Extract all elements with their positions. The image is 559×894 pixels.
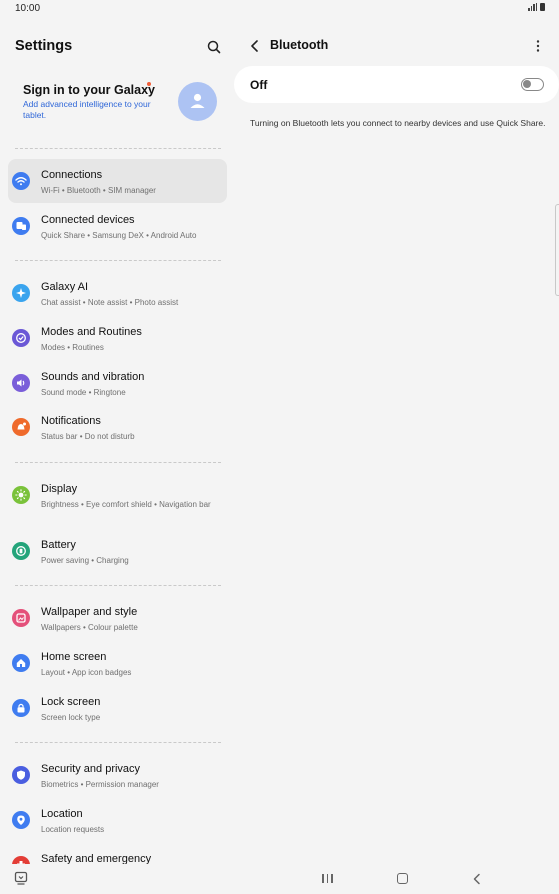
- check-circle-icon: [12, 329, 30, 347]
- avatar: [178, 82, 217, 121]
- settings-item-title: Modes and Routines: [41, 326, 142, 338]
- more-vertical-icon: [536, 40, 540, 52]
- settings-item-connections[interactable]: Connections Wi-Fi • Bluetooth • SIM manag…: [8, 159, 227, 203]
- divider: [15, 742, 221, 743]
- bluetooth-toggle-label: Off: [250, 78, 268, 92]
- status-time: 10:00: [15, 3, 41, 14]
- navigation-bar: [0, 864, 559, 894]
- settings-item-subtitle: Sound mode • Ringtone: [41, 388, 126, 397]
- settings-item-title: Security and privacy: [41, 763, 141, 775]
- back-button[interactable]: [246, 37, 264, 55]
- settings-item-title: Wallpaper and style: [41, 606, 138, 618]
- settings-item-modes-and-routines[interactable]: Modes and Routines Modes • Routines: [8, 316, 227, 360]
- settings-item-subtitle: Wi-Fi • Bluetooth • SIM manager: [41, 186, 156, 195]
- sun-icon: [12, 486, 30, 504]
- battery-status-icon: [540, 3, 545, 11]
- settings-item-subtitle: Status bar • Do not disturb: [41, 432, 135, 441]
- notification-dot: [147, 82, 151, 86]
- settings-item-title: Battery: [41, 539, 76, 551]
- account-title: Sign in to your Galaxy: [23, 83, 155, 97]
- battery-icon: [12, 542, 30, 560]
- location-pin-icon: [12, 811, 30, 829]
- wifi-icon: [12, 172, 30, 190]
- settings-item-title: Connected devices: [41, 214, 135, 226]
- settings-item-home-screen[interactable]: Home screen Layout • App icon badges: [8, 641, 227, 685]
- settings-item-subtitle: Modes • Routines: [41, 343, 104, 352]
- settings-item-security-and-privacy[interactable]: Security and privacy Biometrics • Permiss…: [8, 753, 227, 797]
- account-card[interactable]: Sign in to your Galaxy Add advanced inte…: [8, 74, 228, 144]
- divider: [15, 585, 221, 586]
- settings-item-notifications[interactable]: Notifications Status bar • Do not disturb: [8, 405, 227, 449]
- settings-item-subtitle: Location requests: [41, 825, 105, 834]
- settings-item-title: Connections: [41, 169, 103, 181]
- settings-item-subtitle: Quick Share • Samsung DeX • Android Auto: [41, 231, 197, 240]
- bluetooth-toggle[interactable]: [521, 78, 544, 91]
- settings-item-lock-screen[interactable]: Lock screen Screen lock type: [8, 686, 227, 730]
- devices-icon: [12, 217, 30, 235]
- lock-icon: [12, 699, 30, 717]
- status-icons: [528, 3, 545, 11]
- settings-item-display[interactable]: Display Brightness • Eye comfort shield •…: [8, 473, 227, 517]
- bluetooth-panel: Bluetooth Off Turning on Bluetooth lets …: [234, 18, 559, 864]
- more-options-button[interactable]: [530, 38, 546, 54]
- settings-item-subtitle: Power saving • Charging: [41, 556, 129, 565]
- settings-item-sounds-and-vibration[interactable]: Sounds and vibration Sound mode • Rington…: [8, 361, 227, 405]
- settings-item-title: Display: [41, 483, 78, 495]
- search-icon: [207, 40, 221, 54]
- shield-icon: [12, 766, 30, 784]
- bell-icon: [12, 418, 30, 436]
- sparkle-icon: [12, 284, 30, 302]
- signal-icon: [528, 3, 537, 11]
- settings-item-title: Sounds and vibration: [41, 371, 145, 383]
- settings-item-title: Lock screen: [41, 696, 101, 708]
- nav-back-icon: [473, 873, 480, 885]
- divider: [15, 260, 221, 261]
- bluetooth-toggle-row[interactable]: Off: [234, 66, 559, 103]
- settings-item-subtitle: Layout • App icon badges: [41, 668, 132, 677]
- search-button[interactable]: [204, 37, 224, 57]
- edge-panel-handle[interactable]: [555, 204, 559, 296]
- settings-item-subtitle: Chat assist • Note assist • Photo assist: [41, 298, 179, 307]
- settings-panel: Settings Sign in to your Galaxy Add adva…: [0, 18, 234, 864]
- settings-item-subtitle: Brightness • Eye comfort shield • Naviga…: [41, 500, 211, 509]
- settings-item-wallpaper-and-style[interactable]: Wallpaper and style Wallpapers • Colour p…: [8, 596, 227, 640]
- bluetooth-description: Turning on Bluetooth lets you connect to…: [250, 118, 546, 128]
- nav-back-button[interactable]: [470, 872, 484, 886]
- settings-item-battery[interactable]: Battery Power saving • Charging: [8, 529, 227, 573]
- speaker-icon: [12, 374, 30, 392]
- settings-item-safety-and-emergency[interactable]: Safety and emergency: [8, 843, 227, 864]
- home-icon: [12, 654, 30, 672]
- settings-item-title: Notifications: [41, 415, 101, 427]
- keyboard-toggle-icon: [14, 871, 28, 885]
- person-icon: [190, 93, 205, 108]
- page-title: Settings: [15, 38, 73, 54]
- divider: [15, 462, 221, 463]
- settings-item-subtitle: Screen lock type: [41, 713, 101, 722]
- settings-item-title: Home screen: [41, 651, 107, 663]
- wallpaper-icon: [12, 609, 30, 627]
- settings-item-subtitle: Wallpapers • Colour palette: [41, 623, 138, 632]
- settings-item-title: Galaxy AI: [41, 281, 89, 293]
- settings-item-title: Location: [41, 808, 83, 820]
- settings-item-title: Safety and emergency: [41, 853, 152, 864]
- home-button[interactable]: [397, 873, 408, 884]
- toggle-knob: [523, 80, 531, 88]
- settings-item-galaxy-ai[interactable]: Galaxy AI Chat assist • Note assist • Pho…: [8, 271, 227, 315]
- recent-apps-button[interactable]: [322, 874, 333, 883]
- settings-item-subtitle: Biometrics • Permission manager: [41, 780, 159, 789]
- divider: [15, 148, 221, 149]
- bluetooth-title: Bluetooth: [270, 38, 329, 52]
- account-subtitle: Add advanced intelligence to your tablet…: [23, 99, 151, 120]
- chevron-left-icon: [251, 40, 258, 52]
- settings-item-connected-devices[interactable]: Connected devices Quick Share • Samsung D…: [8, 204, 227, 248]
- settings-item-location[interactable]: Location Location requests: [8, 798, 227, 842]
- emergency-icon: [12, 856, 30, 864]
- taskbar-button[interactable]: [13, 870, 29, 886]
- status-bar: 10:00: [0, 0, 559, 18]
